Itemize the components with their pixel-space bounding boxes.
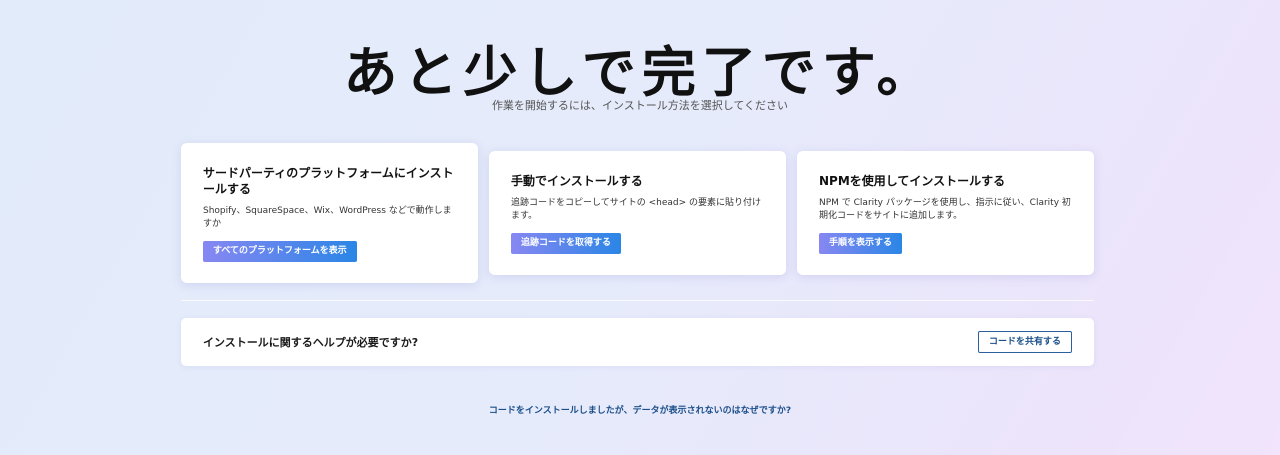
get-tracking-code-button[interactable]: 追跡コードを取得する: [511, 233, 622, 254]
card-description: 追跡コードをコピーしてサイトの <head> の要素に貼り付けます。: [511, 198, 762, 221]
card-title: 手動でインストールする: [511, 174, 643, 188]
install-option-card-third-party: サードパーティのプラットフォームにインストールする Shopify、Square…: [181, 143, 478, 283]
card-title: サードパーティのプラットフォームにインストールする: [203, 166, 454, 196]
card-description: Shopify、SquareSpace、Wix、WordPress などで動作し…: [203, 206, 452, 229]
card-description: NPM で Clarity パッケージを使用し、指示に従い、Clarity 初期…: [819, 198, 1071, 221]
install-option-card-npm: NPMを使用してインストールする NPM で Clarity パッケージを使用し…: [797, 151, 1094, 275]
help-bar: インストールに関するヘルプが必要ですか? コードを共有する: [181, 318, 1094, 366]
no-data-help-link[interactable]: コードをインストールしましたが、データが表示されないのはなぜですか?: [0, 403, 1280, 416]
page-subtitle: 作業を開始するには、インストール方法を選択してください: [491, 99, 789, 112]
page-title: あと少しで完了です。: [343, 41, 937, 104]
view-all-platforms-button[interactable]: すべてのプラットフォームを表示: [203, 241, 357, 262]
help-text: インストールに関するヘルプが必要ですか?: [203, 336, 419, 349]
section-divider: [181, 300, 1094, 301]
card-title: NPMを使用してインストールする: [819, 174, 1006, 188]
share-code-button[interactable]: コードを共有する: [977, 331, 1072, 353]
show-steps-button[interactable]: 手順を表示する: [819, 233, 903, 254]
install-option-card-manual: 手動でインストールする 追跡コードをコピーしてサイトの <head> の要素に貼…: [489, 151, 786, 275]
